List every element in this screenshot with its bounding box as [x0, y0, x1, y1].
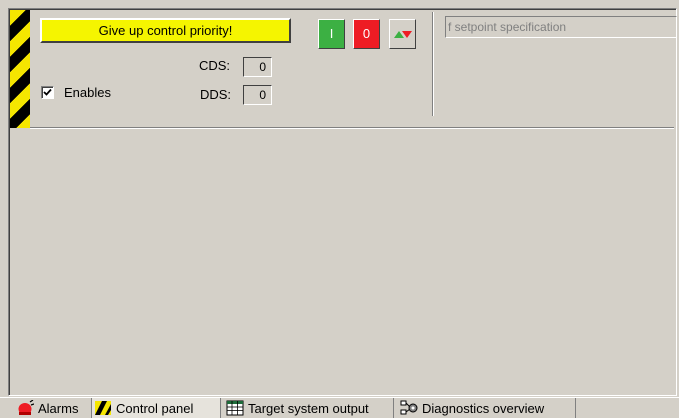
checkmark-icon: [43, 88, 52, 96]
dds-value-field: 0: [243, 85, 272, 105]
off-button[interactable]: 0: [353, 19, 380, 49]
tab-diagnostics-overview-label: Diagnostics overview: [422, 400, 545, 416]
bottom-tab-bar: Alarms Control panel Target system outpu…: [0, 397, 679, 418]
alarm-bell-icon: [18, 400, 34, 415]
window-body: Give up control priority! CDS: 0 DDS: 0 …: [0, 0, 679, 397]
give-up-control-priority-button[interactable]: Give up control priority!: [40, 18, 291, 43]
on-button[interactable]: I: [318, 19, 345, 49]
tab-control-panel-label: Control panel: [116, 400, 194, 416]
tab-target-system-output[interactable]: Target system output: [224, 398, 394, 418]
vertical-separator: [432, 12, 434, 116]
tab-diagnostics-overview[interactable]: Diagnostics overview: [398, 398, 576, 418]
enables-checkbox-row[interactable]: Enables: [41, 83, 111, 101]
setpoint-specification-field[interactable]: f setpoint specification: [445, 16, 677, 38]
header-separator: [30, 127, 674, 129]
tab-alarms[interactable]: Alarms: [14, 398, 92, 418]
enables-checkbox[interactable]: [41, 85, 54, 99]
hazard-stripe: [10, 10, 30, 128]
reverse-direction-button[interactable]: [389, 19, 416, 49]
tab-alarms-label: Alarms: [38, 400, 79, 416]
control-panel-area: [8, 8, 677, 396]
up-down-arrows-icon: [393, 31, 412, 38]
grid-table-icon: [226, 400, 244, 416]
tab-target-system-output-label: Target system output: [248, 400, 369, 416]
cds-label: CDS:: [198, 58, 230, 73]
tab-control-panel[interactable]: Control panel: [92, 398, 221, 418]
cds-value-field: 0: [243, 57, 272, 77]
hazard-stripes-icon: [95, 401, 111, 415]
dds-label: DDS:: [199, 87, 231, 102]
enables-label: Enables: [64, 84, 111, 100]
diagnostics-network-icon: [400, 400, 418, 415]
